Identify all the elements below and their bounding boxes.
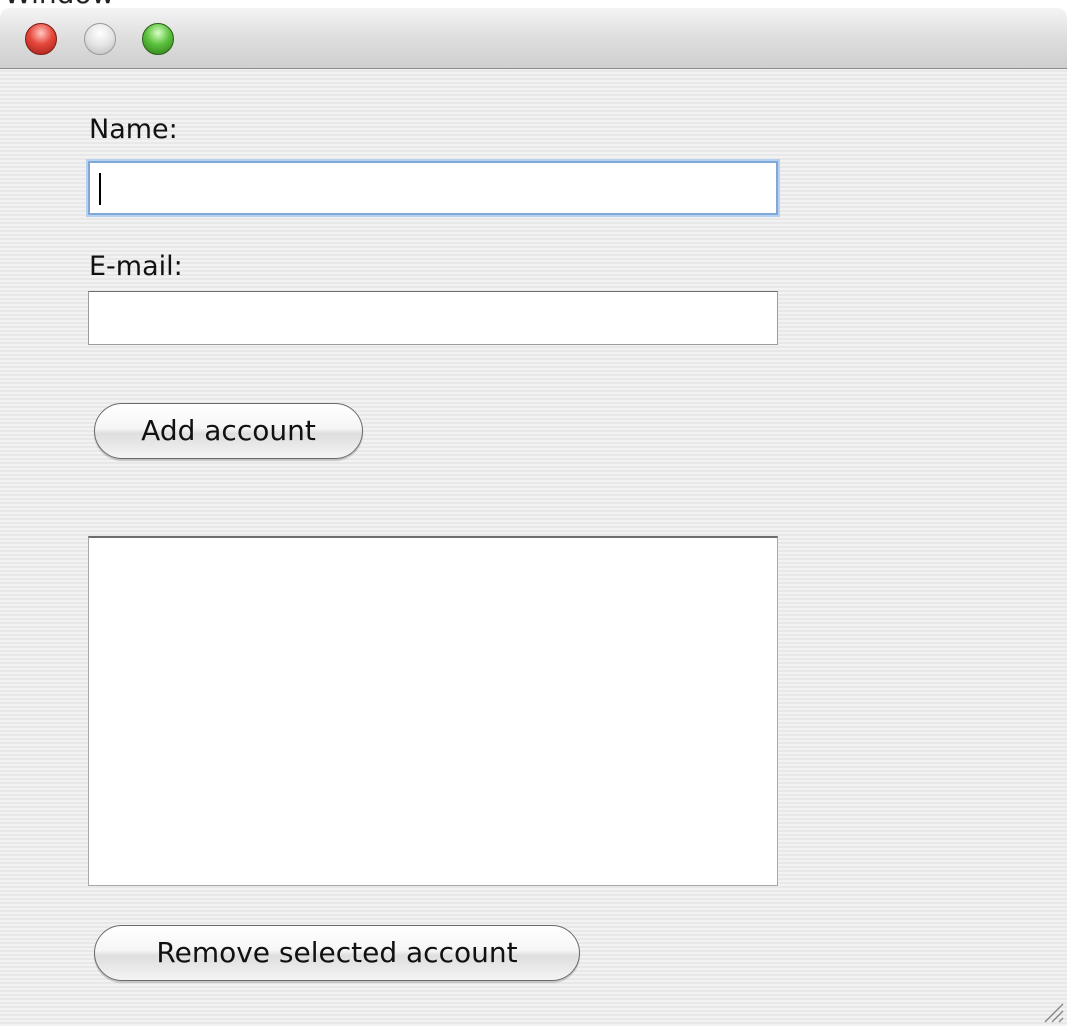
title-bar[interactable] [0, 8, 1067, 69]
remove-selected-account-button[interactable]: Remove selected account [94, 925, 580, 981]
name-input[interactable] [88, 161, 778, 215]
close-window-icon[interactable] [25, 23, 57, 55]
resize-grip-icon[interactable] [1039, 998, 1065, 1024]
minimize-window-icon[interactable] [84, 23, 116, 55]
text-caret [99, 173, 101, 205]
name-label: Name: [89, 114, 178, 145]
email-label: E-mail: [89, 251, 183, 282]
clipped-title-text: Window [4, 0, 114, 8]
account-list[interactable] [88, 536, 778, 886]
add-account-button[interactable]: Add account [94, 403, 363, 459]
zoom-window-icon[interactable] [142, 23, 174, 55]
app-window: Name: E-mail: Add account Remove selecte… [0, 8, 1067, 1026]
email-input[interactable] [88, 291, 778, 345]
